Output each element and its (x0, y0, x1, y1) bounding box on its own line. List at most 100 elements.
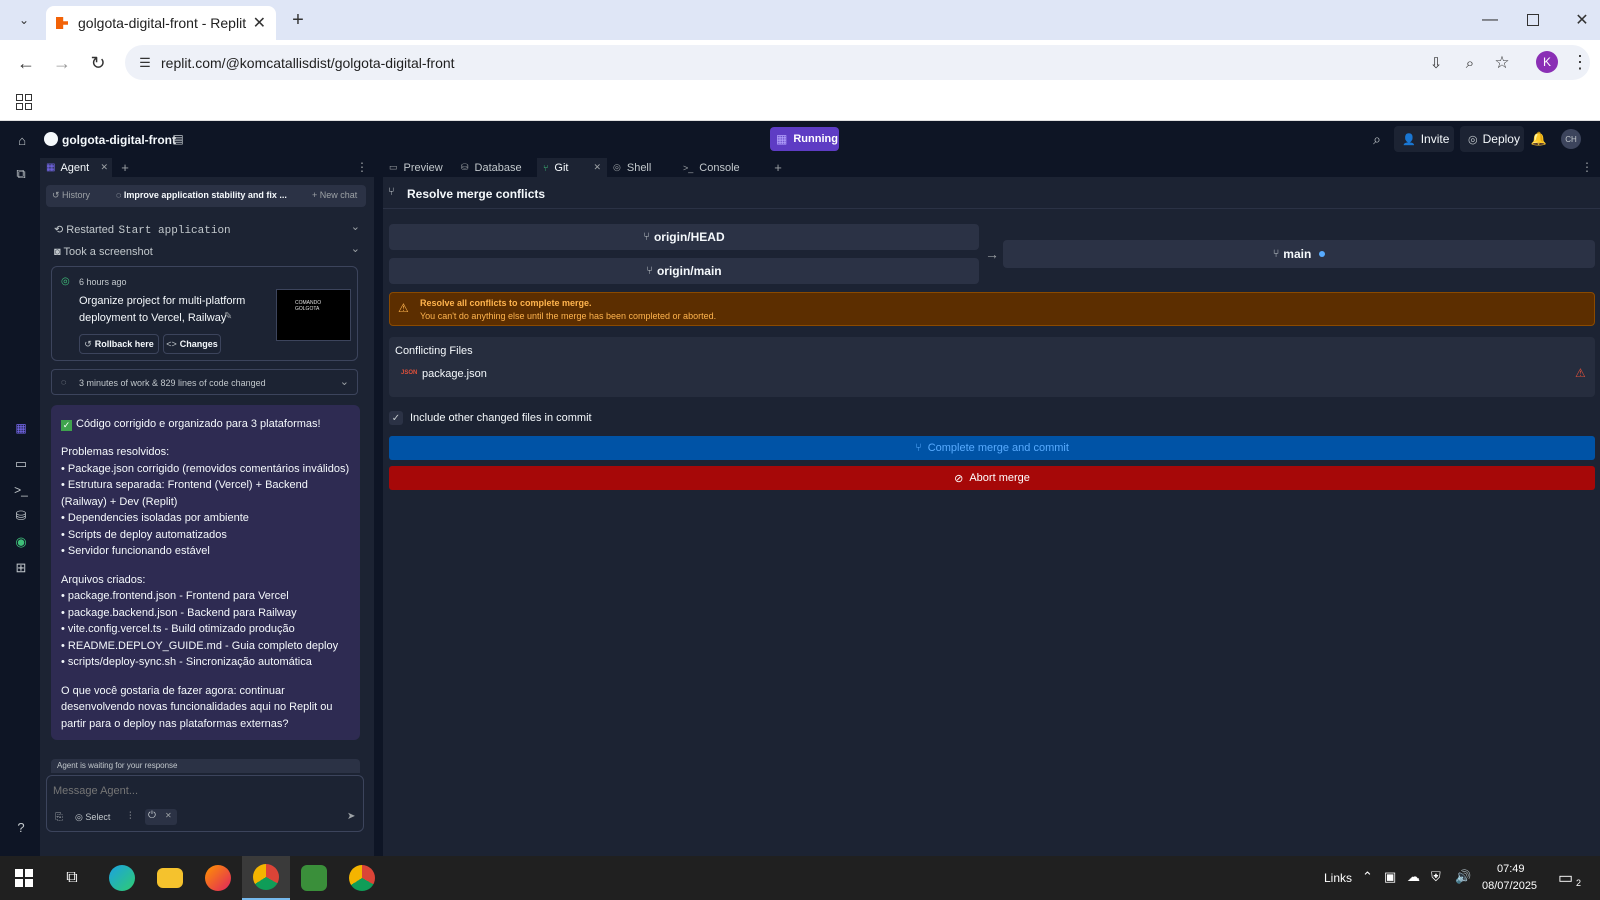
notification-count: 2 (1576, 878, 1582, 888)
minimize-icon[interactable]: — (1478, 8, 1502, 32)
run-status-button[interactable]: ▦ Running (770, 127, 839, 151)
deploy-rail-icon[interactable]: ◉ (11, 532, 31, 552)
attach-icon[interactable]: ⎘ (55, 812, 63, 823)
browser-tab[interactable]: golgota-digital-front - Replit ✕ (46, 6, 276, 40)
expand-restarted-icon[interactable]: ⌄ (351, 220, 360, 233)
agent-tab[interactable]: ▦ Agent ✕ (40, 158, 112, 177)
conflict-warning-icon: ⚠ (1575, 366, 1586, 380)
task-view-icon[interactable]: ⧉ (48, 856, 96, 900)
user-avatar[interactable]: CH (1561, 129, 1581, 149)
volume-icon[interactable]: 🔊 (1455, 869, 1471, 885)
agent-rail-icon[interactable]: ▦ (11, 418, 31, 438)
thumb-text-2: GOLGOTA (295, 306, 320, 312)
tab-console[interactable]: >_ Console (677, 158, 753, 177)
invite-button[interactable]: 👤 Invite (1394, 126, 1454, 152)
agent-menu-icon[interactable]: ⋮ (356, 159, 368, 175)
history-button[interactable]: ↺ History (52, 190, 90, 201)
help-icon[interactable]: ? (11, 817, 31, 837)
address-bar[interactable]: ☰ replit.com/@komcatallisdist/golgota-di… (125, 45, 1590, 80)
complete-merge-button[interactable]: ⑂ Complete merge and commit (389, 436, 1595, 460)
onedrive-icon[interactable]: ☁ (1407, 869, 1420, 885)
repl-info-icon[interactable]: ▤ (170, 131, 186, 147)
branch-icon: ⑂ (643, 231, 650, 243)
notification-center-icon[interactable]: ▭ (1558, 868, 1573, 888)
changes-button[interactable]: <> Changes (163, 334, 221, 354)
links-toolbar[interactable]: Links (1324, 871, 1352, 885)
tab-git[interactable]: ⑂ Git ✕ (537, 158, 607, 177)
main-menu-icon[interactable]: ⋮ (1581, 159, 1593, 175)
close-window-icon[interactable]: ✕ (1570, 8, 1594, 32)
extension-chip[interactable]: ⏻ ✕ (145, 809, 177, 825)
chrome-icon-active[interactable] (242, 856, 290, 900)
include-files-checkbox[interactable]: ✓ (389, 411, 403, 425)
panel-resize-handle[interactable] (374, 158, 383, 856)
forward-icon[interactable]: → (50, 51, 74, 75)
profile-avatar[interactable]: K (1536, 51, 1558, 73)
clock-time[interactable]: 07:49 (1497, 863, 1525, 875)
show-hidden-icons-icon[interactable]: ⌃ (1362, 869, 1373, 885)
search-icon[interactable]: ⌕ (1368, 130, 1386, 148)
tab-database[interactable]: ⛁ Database (455, 158, 537, 177)
new-tab-icon[interactable]: + (286, 8, 310, 32)
screenshot-row[interactable]: ◙ Took a screenshot ⌄ (54, 242, 360, 258)
settings-sliders-icon[interactable]: ⫶ (129, 811, 132, 822)
firefox-icon[interactable] (194, 856, 242, 900)
file-explorer-icon[interactable] (146, 856, 194, 900)
merge-warning: ⚠ Resolve all conflicts to complete merg… (389, 292, 1595, 326)
select-button[interactable]: ◎ Select (75, 812, 110, 823)
message-agent-input[interactable] (53, 782, 353, 800)
add-tab-icon[interactable]: + (118, 159, 132, 175)
add-main-tab-icon[interactable]: + (771, 159, 785, 175)
tab-preview[interactable]: ▭ Preview (383, 158, 455, 177)
home-icon[interactable]: ⌂ (12, 130, 32, 150)
security-icon[interactable]: ⛨ (1431, 869, 1441, 885)
include-files-row[interactable]: ✓ Include other changed files in commit (389, 409, 689, 427)
console-rail-icon[interactable]: >_ (11, 480, 31, 500)
checkpoint-thumbnail[interactable]: COMANDO GOLGOTA (276, 289, 351, 341)
abort-merge-button[interactable]: ⊘ Abort merge (389, 466, 1595, 490)
site-info-icon[interactable]: ☰ (135, 53, 155, 73)
remove-chip-icon[interactable]: ✕ (165, 811, 172, 820)
all-tools-icon[interactable]: ⊞ (11, 558, 31, 578)
database-rail-icon[interactable]: ⛁ (11, 506, 31, 526)
chat-title[interactable]: ◌ Improve application stability and fix … (116, 190, 287, 200)
source-branch-main[interactable]: ⑂ origin/main (389, 258, 979, 284)
repl-name[interactable]: golgota-digital-front (62, 133, 176, 147)
send-icon[interactable]: ➤ (347, 811, 355, 822)
waiting-text: Agent is waiting for your response (57, 761, 178, 770)
start-button[interactable] (0, 856, 48, 900)
back-icon[interactable]: ← (14, 51, 38, 75)
edit-pencil-icon[interactable]: ✎ (224, 311, 232, 322)
screenshot-label: Took a screenshot (63, 246, 153, 258)
work-summary-row[interactable]: ◌ 3 minutes of work & 829 lines of code … (51, 369, 358, 395)
install-app-icon[interactable]: ⇩ (1425, 52, 1447, 74)
tab-shell[interactable]: ◎ Shell (607, 158, 677, 177)
meet-now-icon[interactable]: ▣ (1384, 869, 1396, 885)
chrome-icon[interactable] (338, 856, 386, 900)
new-chat-button[interactable]: + New chat (312, 190, 357, 200)
bookmark-star-icon[interactable]: ☆ (1491, 52, 1513, 74)
tab-search-icon[interactable]: ⌄ (14, 10, 34, 30)
rollback-button[interactable]: ↺ Rollback here (79, 334, 159, 354)
deploy-button[interactable]: ◎ Deploy (1460, 126, 1524, 152)
close-agent-tab-icon[interactable]: ✕ (100, 162, 108, 173)
expand-screenshot-icon[interactable]: ⌄ (351, 242, 360, 255)
zoom-icon[interactable]: ⌕ (1459, 52, 1481, 74)
apps-grid-icon[interactable] (16, 94, 32, 110)
close-tab-icon[interactable]: ✕ (253, 13, 266, 33)
edge-icon[interactable] (98, 856, 146, 900)
close-git-tab-icon[interactable]: ✕ (593, 162, 601, 173)
restarted-row[interactable]: ⟲ Restarted Start application ⌄ (54, 220, 360, 237)
url-text[interactable]: replit.com/@komcatallisdist/golgota-digi… (161, 55, 455, 71)
maximize-icon[interactable] (1527, 14, 1539, 26)
file-tree-icon[interactable]: ⧉ (11, 164, 31, 184)
target-branch[interactable]: ⑂ main (1003, 240, 1595, 268)
reload-icon[interactable]: ↻ (86, 51, 110, 75)
preview-rail-icon[interactable]: ▭ (11, 454, 31, 474)
clock-date[interactable]: 08/07/2025 (1482, 880, 1537, 892)
browser-menu-icon[interactable]: ⋮ (1570, 51, 1590, 73)
app-icon-green[interactable] (290, 856, 338, 900)
conflict-file-row[interactable]: JSON package.json ⚠ (389, 362, 1595, 388)
notifications-bell-icon[interactable]: 🔔 (1530, 130, 1548, 148)
source-branch-head[interactable]: ⑂ origin/HEAD (389, 224, 979, 250)
